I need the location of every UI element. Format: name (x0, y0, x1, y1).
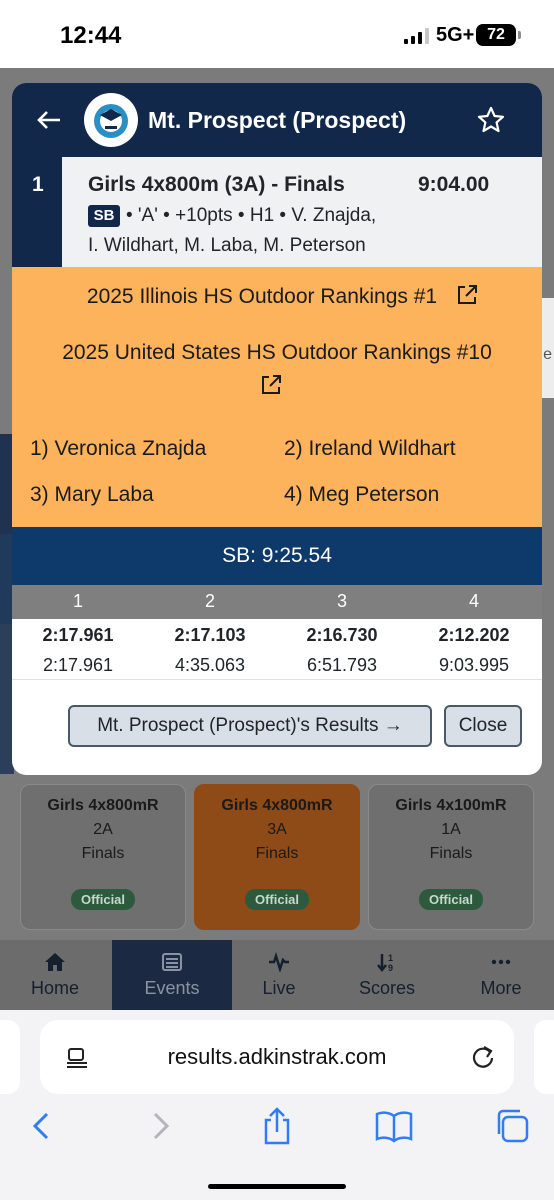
next-tab-pill[interactable] (534, 1020, 554, 1094)
favorite-star-icon[interactable] (476, 105, 506, 135)
result-row: 1 Girls 4x800m (3A) - Finals 9:04.00 SB … (12, 157, 542, 267)
nav-label: Home (30, 978, 79, 998)
event-card-title: Girls 4x800mR (47, 797, 159, 814)
nav-scores[interactable]: 19 Scores (332, 940, 442, 1010)
event-card-title: Girls 4x100mR (395, 797, 507, 814)
ranking-text: 2025 Illinois HS Outdoor Rankings #1 (86, 285, 438, 308)
event-card-round: Finals (81, 845, 125, 862)
forward-chevron-icon[interactable] (140, 1106, 180, 1146)
event-card-active[interactable]: Girls 4x800mR 3A Finals Official (194, 784, 360, 930)
external-link-icon[interactable] (455, 283, 479, 307)
tabs-icon[interactable] (492, 1106, 532, 1146)
bottom-nav: Home Events Live 19 Scores More (0, 940, 554, 1010)
close-button[interactable]: Close (444, 705, 522, 747)
more-icon (491, 959, 511, 965)
event-card-round: Finals (255, 845, 299, 862)
nav-label: More (480, 978, 522, 998)
cumulative-split: 4:35.063 (174, 655, 246, 675)
cumulative-split: 2:17.961 (42, 655, 114, 675)
list-icon (162, 953, 182, 971)
background-edge: e (540, 298, 554, 398)
event-card-class: 2A (93, 821, 113, 838)
event-card-title: Girls 4x800mR (221, 797, 333, 814)
address-bar[interactable]: results.adkinstrak.com (40, 1020, 514, 1094)
home-icon (45, 953, 65, 971)
event-card[interactable]: Girls 4x100mR 1A Finals Official (368, 784, 534, 930)
sort-icon: 19 (377, 953, 393, 972)
athlete-name[interactable]: 3) Mary Laba (30, 483, 154, 507)
ranking-text: 2025 United States HS Outdoor Rankings #… (62, 341, 492, 364)
battery-icon: 72 (476, 24, 516, 46)
divider (12, 679, 542, 680)
battery-tip (518, 31, 521, 39)
nav-label: Events (144, 978, 200, 998)
result-details: • 'A' • +10pts • H1 • V. Znajda, (126, 205, 377, 226)
team-results-button[interactable]: Mt. Prospect (Prospect)'s Results → (68, 705, 432, 747)
home-indicator (208, 1184, 346, 1189)
split-header: 3 (336, 591, 347, 611)
back-chevron-icon[interactable] (22, 1106, 62, 1146)
nav-more[interactable]: More (446, 940, 554, 1010)
bookmarks-icon[interactable] (374, 1106, 414, 1146)
event-card-round: Finals (429, 845, 473, 862)
previous-tab-pill[interactable] (0, 1020, 20, 1094)
athlete-name[interactable]: 2) Ireland Wildhart (284, 437, 456, 461)
rankings-panel: 2025 Illinois HS Outdoor Rankings #1 202… (12, 267, 542, 527)
event-card-class: 3A (267, 821, 287, 838)
nav-home[interactable]: Home (0, 940, 110, 1010)
status-badge: Official (70, 889, 136, 910)
clock: 12:44 (60, 22, 122, 49)
status-badge: Official (418, 889, 484, 910)
lap-split: 2:16.730 (306, 625, 378, 645)
modal-header: Mt. Prospect (Prospect) (12, 83, 542, 157)
status-bar: 12:44 5G+ 72 (0, 0, 554, 68)
lap-split: 2:17.103 (174, 625, 246, 645)
cumulative-split: 9:03.995 (438, 655, 510, 675)
event-card-class: 1A (441, 821, 461, 838)
split-header: 1 (72, 591, 83, 611)
share-icon[interactable] (257, 1106, 297, 1146)
pulse-icon (269, 952, 289, 972)
athlete-name[interactable]: 4) Meg Peterson (284, 483, 439, 507)
nav-label: Live (262, 978, 296, 998)
back-arrow-icon[interactable] (34, 105, 64, 135)
svg-text:1: 1 (388, 953, 393, 963)
nav-events[interactable]: Events (112, 940, 232, 1010)
cumulative-split: 6:51.793 (306, 655, 378, 675)
browser-address-area: results.adkinstrak.com (0, 1010, 554, 1098)
team-result-modal: Mt. Prospect (Prospect) 1 Girls 4x800m (… (12, 83, 542, 775)
reload-icon[interactable] (470, 1044, 496, 1070)
splits-header: 1 2 3 4 (12, 585, 542, 619)
place-number: 1 (32, 173, 44, 196)
svg-text:9: 9 (388, 963, 393, 972)
external-link-icon[interactable] (259, 373, 283, 397)
place-column: 1 (12, 157, 62, 267)
result-mark: 9:04.00 (418, 173, 490, 196)
lap-split: 2:12.202 (438, 625, 510, 645)
nav-live[interactable]: Live (224, 940, 334, 1010)
season-best-bar: SB: 9:25.54 (12, 527, 542, 585)
nav-label: Scores (358, 978, 416, 998)
lap-split: 2:17.961 (42, 625, 114, 645)
result-details: I. Wildhart, M. Laba, M. Peterson (88, 235, 366, 256)
modal-title: Mt. Prospect (Prospect) (148, 107, 407, 133)
split-header: 2 (204, 591, 215, 611)
url-text: results.adkinstrak.com (167, 1044, 387, 1069)
split-header: 4 (468, 591, 479, 611)
us-ranking-link[interactable]: 2025 United States HS Outdoor Rankings #… (12, 341, 542, 365)
signal-icon (404, 28, 429, 44)
network-label: 5G+ (436, 24, 475, 46)
athlete-name[interactable]: 1) Veronica Znajda (30, 437, 206, 461)
event-card[interactable]: Girls 4x800mR 2A Finals Official (20, 784, 186, 930)
status-badge: Official (244, 889, 310, 910)
event-name: Girls 4x800m (3A) - Finals (88, 173, 345, 196)
sb-badge: SB (88, 205, 120, 227)
team-logo (84, 93, 138, 147)
